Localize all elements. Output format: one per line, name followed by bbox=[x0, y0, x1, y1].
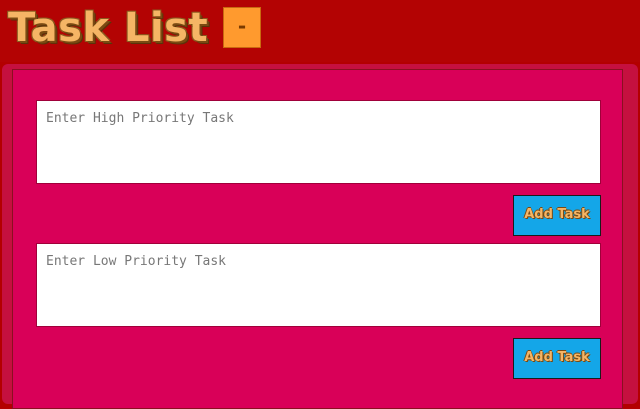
page-title: Task List bbox=[8, 5, 209, 51]
collapse-button[interactable]: - bbox=[223, 7, 261, 48]
low-priority-task-input[interactable] bbox=[36, 243, 601, 327]
app-header: Task List - bbox=[0, 0, 640, 62]
add-high-priority-task-button[interactable]: Add Task bbox=[513, 195, 601, 236]
high-priority-task-input[interactable] bbox=[36, 100, 601, 184]
add-low-priority-task-button[interactable]: Add Task bbox=[513, 338, 601, 379]
